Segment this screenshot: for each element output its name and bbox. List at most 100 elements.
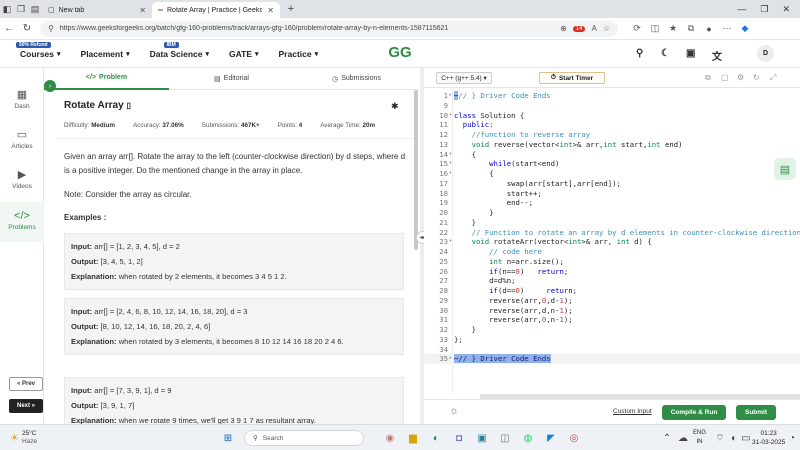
gfg-logo[interactable]: GG	[382, 44, 418, 64]
rail-videos[interactable]: ▶ Videos	[0, 168, 44, 190]
tab-actions-icon[interactable]: ❐	[14, 2, 28, 16]
edge-browser-icon[interactable]: ◐	[429, 431, 443, 445]
copilot-icon[interactable]: ◆	[736, 23, 754, 34]
next-button[interactable]: Next »	[9, 399, 43, 413]
code-line[interactable]: 16 ▾ {	[424, 169, 800, 179]
code-line[interactable]: 13 void reverse(vector<int>& arr,int sta…	[424, 140, 800, 150]
code-editor[interactable]: 1 ▸ ⋯// } Driver Code Ends 9 10 ▾ class Soluti…	[424, 88, 800, 394]
code-line[interactable]: 30 reverse(arr,d,n-1);	[424, 306, 800, 316]
code-line[interactable]: 1 ▸ ⋯// } Driver Code Ends	[424, 91, 800, 101]
tab-submissions[interactable]: ◷ Submissions	[294, 68, 419, 90]
nav-gate[interactable]: GATE ▾	[229, 49, 259, 59]
notifications-icon[interactable]: ◔	[785, 431, 799, 445]
fold-toggle-icon[interactable]: ▾	[449, 237, 452, 247]
back-button[interactable]: ←	[0, 23, 18, 34]
code-line[interactable]: 20 }	[424, 208, 800, 218]
minimize-window-icon[interactable]: —	[737, 4, 746, 15]
nav-data-science[interactable]: IBM Data Science ▾	[150, 41, 209, 59]
report-bug-icon[interactable]: ✱	[391, 101, 399, 112]
read-aloud-icon[interactable]: A	[591, 24, 596, 33]
taskbar-search[interactable]: ⚲ Search	[244, 430, 364, 446]
bookmark-icon[interactable]: ▯	[126, 101, 130, 110]
code-line[interactable]: 35 ▸ ⋯// } Driver Code Ends	[424, 354, 800, 364]
reset-icon[interactable]: ▢	[721, 73, 729, 82]
battery-icon[interactable]: ▭	[739, 431, 753, 445]
copilot-app-icon[interactable]: ◉	[383, 431, 397, 445]
code-line[interactable]: 17 swap(arr[start],arr[end]);	[424, 179, 800, 189]
new-tab-button[interactable]: +	[284, 2, 298, 16]
fold-toggle-icon[interactable]: ▸	[449, 354, 452, 364]
nav-courses[interactable]: 90% Refund Courses ▾	[16, 41, 61, 59]
search-icon[interactable]: ⚲	[636, 48, 643, 59]
start-timer-button[interactable]: ⏱ Start Timer	[539, 72, 605, 84]
chat-icon[interactable]: ▤	[774, 158, 796, 180]
input-language[interactable]: ENG IN	[693, 429, 706, 447]
code-line[interactable]: 21 }	[424, 218, 800, 228]
code-line[interactable]: 34	[424, 345, 800, 355]
weather-widget[interactable]: ☀ 25°C Haze	[10, 430, 37, 446]
code-line[interactable]: 12 //function to reverse array	[424, 130, 800, 140]
rail-articles[interactable]: ▭ Articles	[0, 128, 44, 150]
file-explorer-icon[interactable]: ▆	[406, 431, 420, 445]
code-line[interactable]: 32 }	[424, 325, 800, 335]
split-screen-icon[interactable]: ◫	[646, 23, 664, 34]
user-profile-icon[interactable]: ●	[700, 24, 718, 34]
refresh-button[interactable]: ↻	[18, 23, 36, 34]
notification-badge[interactable]: 14	[572, 25, 586, 32]
code-line[interactable]: 24 // code here	[424, 247, 800, 257]
code-line[interactable]: 26 if(n==0) return;	[424, 267, 800, 277]
submit-button[interactable]: Submit	[736, 405, 776, 420]
windows-start-icon[interactable]: ⊞	[221, 431, 235, 445]
collections-icon[interactable]: ⧉	[682, 23, 700, 34]
store-icon[interactable]: ▣	[475, 431, 489, 445]
fold-toggle-icon[interactable]: ▾	[449, 150, 452, 160]
zoom-icon[interactable]: ⊕	[560, 24, 567, 33]
whatsapp-icon[interactable]: ◍	[521, 431, 535, 445]
code-line[interactable]: 27 d=d%n;	[424, 276, 800, 286]
favorite-star-icon[interactable]: ☆	[603, 24, 610, 33]
problem-scrollbar[interactable]	[414, 90, 418, 250]
rail-dash[interactable]: ▦ Dash	[0, 88, 44, 110]
site-info-icon[interactable]: ⚲	[48, 24, 54, 33]
refresh-code-icon[interactable]: ↻	[753, 73, 760, 82]
code-line[interactable]: 25 int n=arr.size();	[424, 257, 800, 267]
code-line[interactable]: 28 if(d==0) return;	[424, 286, 800, 296]
code-line[interactable]: 22 // Function to rotate an array by d e…	[424, 228, 800, 238]
code-line[interactable]: 11 public:	[424, 120, 800, 130]
custom-input-link[interactable]: Custom Input	[613, 408, 652, 415]
teams-icon[interactable]: ◘	[452, 431, 466, 445]
code-line[interactable]: 10 ▾ class Solution {	[424, 111, 800, 121]
chrome-icon[interactable]: ◎	[567, 431, 581, 445]
volume-icon[interactable]: ◖	[726, 431, 740, 445]
close-window-icon[interactable]: ✕	[782, 4, 790, 15]
app-icon[interactable]: ◫	[498, 431, 512, 445]
translate-icon[interactable]: 文	[712, 48, 722, 63]
language-select[interactable]: C++ (g++ 5.4) ▾	[436, 72, 492, 84]
tab-editorial[interactable]: ▤ Editorial	[169, 68, 294, 90]
code-line[interactable]: 19 end--;	[424, 198, 800, 208]
code-line[interactable]: 29 reverse(arr,0,d-1);	[424, 296, 800, 306]
collapse-rail-icon[interactable]: ›	[44, 80, 56, 92]
restore-window-icon[interactable]: ❐	[760, 4, 768, 15]
copy-icon[interactable]: ⧉	[705, 73, 711, 83]
vscode-icon[interactable]: ◤	[544, 431, 558, 445]
code-line[interactable]: 18 start++;	[424, 189, 800, 199]
vertical-tabs-icon[interactable]: ▤	[28, 2, 42, 16]
compile-run-button[interactable]: Compile & Run	[662, 405, 726, 420]
code-line[interactable]: 33};	[424, 335, 800, 345]
fold-toggle-icon[interactable]: ▸	[449, 91, 452, 101]
code-line[interactable]: 9	[424, 101, 800, 111]
favorites-icon[interactable]: ★	[664, 23, 682, 34]
extensions-icon[interactable]: ⟳	[628, 23, 646, 34]
url-field[interactable]: ⚲ https://www.geeksforgeeks.org/batch/gf…	[40, 20, 618, 37]
prev-button[interactable]: « Prev	[9, 377, 43, 391]
more-options-icon[interactable]: ⋯	[718, 23, 736, 34]
notification-bell-icon[interactable]: ▣	[686, 48, 695, 59]
close-tab-icon[interactable]: ✕	[139, 6, 146, 15]
code-line[interactable]: 15 ▾ while(start<end)	[424, 159, 800, 169]
system-clock[interactable]: 01:23 31-03-2025	[752, 429, 785, 447]
code-line[interactable]: 23 ▾ void rotateArr(vector<int>& arr, int…	[424, 237, 800, 247]
code-line[interactable]: 14 ▾ {	[424, 150, 800, 160]
profile-icon[interactable]: ◧	[0, 2, 14, 16]
fold-toggle-icon[interactable]: ▾	[449, 111, 452, 121]
